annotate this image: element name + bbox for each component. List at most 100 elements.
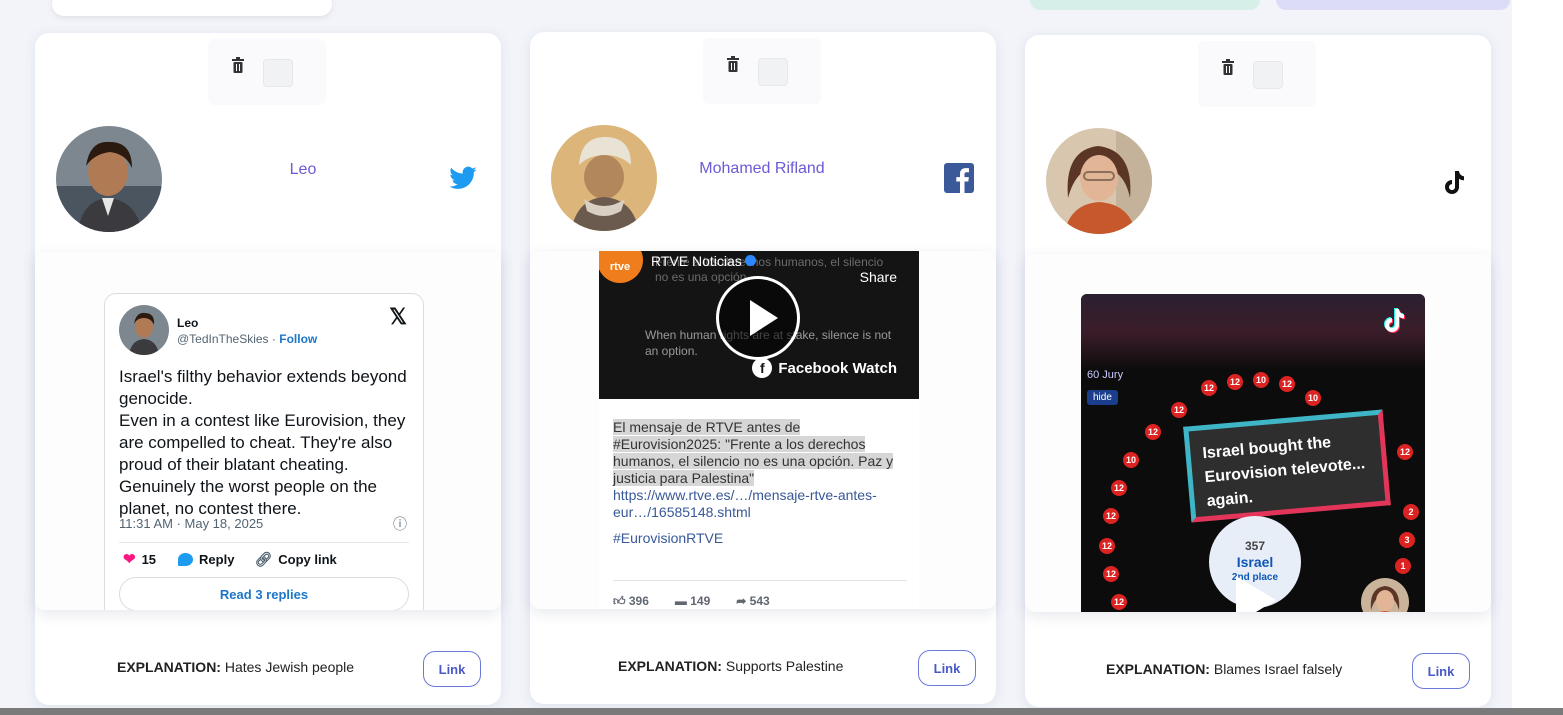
tweet-author[interactable]: Leo	[177, 316, 198, 330]
copy-link-button[interactable]: 🔗︎ Copy link	[254, 551, 336, 568]
comment-stat[interactable]: ▬ 149	[675, 594, 710, 609]
tweet-avatar[interactable]	[119, 305, 169, 355]
search-pill[interactable]	[52, 0, 332, 16]
score-dot: 12	[1201, 380, 1217, 396]
verified-icon	[744, 255, 756, 266]
copy-label: Copy link	[278, 551, 337, 567]
like-button[interactable]: ❤ 15	[123, 550, 156, 568]
select-checkbox[interactable]	[1253, 61, 1283, 89]
trash-icon[interactable]	[232, 57, 244, 73]
score-dot: 10	[1305, 390, 1321, 406]
score-dot: 12	[1171, 402, 1187, 418]
twitter-icon	[448, 163, 478, 193]
score-dot: 12	[1145, 424, 1161, 440]
avatar	[1046, 128, 1152, 234]
explanation-label: EXPLANATION:	[618, 658, 722, 674]
thumbs-up-icon: 👍︎	[613, 594, 629, 608]
post-body: El mensaje de RTVE antes de #Eurovision2…	[613, 419, 907, 547]
read-replies-button[interactable]: Read 3 replies	[119, 577, 409, 610]
avatar	[56, 126, 162, 232]
divider	[119, 542, 409, 543]
reply-label: Reply	[199, 551, 235, 567]
info-icon[interactable]: ⓘ	[393, 514, 407, 534]
reply-icon	[178, 552, 194, 566]
facebook-embed[interactable]: rtve Frente a los derechos humanos, el s…	[599, 251, 919, 609]
hashtag-link[interactable]: #EurovisionRTVE	[613, 530, 907, 547]
comment-icon: ▬	[674, 594, 691, 608]
score-dot: 10	[1253, 372, 1269, 388]
embed-container: rtve Frente a los derechos humanos, el s…	[530, 251, 996, 609]
score-dot: 10	[1123, 452, 1139, 468]
creator-avatar[interactable]	[1361, 578, 1409, 612]
post-card: Leo Leo @TedInTheSkies · Follow 𝕏 Israel…	[35, 33, 501, 705]
link-icon: 🔗︎	[254, 550, 273, 567]
card-tools	[703, 38, 821, 104]
share-arrow-icon: ➦	[736, 594, 750, 608]
tweet-text: Israel's filthy behavior extends beyond …	[119, 367, 407, 518]
page-name[interactable]: RTVE Noticias	[651, 253, 756, 269]
like-count: 15	[141, 551, 157, 567]
play-icon[interactable]	[1236, 576, 1276, 612]
card-tools	[208, 39, 326, 105]
link-button[interactable]: Link	[423, 651, 481, 687]
filter-button-b[interactable]	[1276, 0, 1510, 10]
explanation-text: Supports Palestine	[725, 658, 844, 674]
reply-button[interactable]: Reply	[178, 552, 234, 567]
post-url[interactable]: https://www.rtve.es/…/mensaje-rtve-antes…	[613, 487, 907, 521]
author-name: Mohamed Rifland	[699, 160, 825, 177]
score-value: 357	[1244, 539, 1266, 553]
like-stat[interactable]: 👍︎ 396	[613, 594, 649, 609]
trash-icon[interactable]	[727, 56, 739, 72]
video-caption: Israel bought the Eurovision televote...…	[1183, 409, 1391, 523]
tweet-actions: ❤ 15 Reply 🔗︎ Copy link	[123, 550, 337, 569]
score-dot: 2	[1403, 504, 1419, 520]
tiktok-icon	[1438, 168, 1468, 198]
tweet-timestamp[interactable]: 11:31 AM · May 18, 2025	[119, 516, 263, 531]
play-icon[interactable]	[716, 276, 800, 360]
video-header	[1081, 294, 1425, 370]
explanation: EXPLANATION: Hates Jewish people	[117, 659, 354, 675]
page-logo[interactable]: rtve	[599, 251, 643, 283]
tiktok-logo-icon[interactable]	[1379, 306, 1411, 338]
tweet-embed[interactable]: Leo @TedInTheSkies · Follow 𝕏 Israel's f…	[104, 293, 424, 610]
page-logo-text: rtve	[609, 261, 631, 273]
select-checkbox[interactable]	[758, 58, 788, 86]
embed-container: Leo @TedInTheSkies · Follow 𝕏 Israel's f…	[35, 252, 501, 610]
facebook-icon	[944, 163, 974, 193]
share-button[interactable]: Share	[860, 269, 897, 285]
explanation-label: EXPLANATION:	[1106, 661, 1210, 677]
page-name-text: RTVE Noticias	[651, 253, 742, 269]
explanation-label: EXPLANATION:	[117, 659, 221, 675]
select-checkbox[interactable]	[263, 59, 293, 87]
share-stat[interactable]: ➦ 543	[736, 594, 769, 609]
tiktok-embed[interactable]: 60 Jury hide 12 12 10 12 10 12 12 10 12 …	[1081, 294, 1425, 612]
score-dot: 12	[1279, 376, 1295, 392]
facebook-circle-icon: f	[752, 358, 773, 378]
embed-container: 60 Jury hide 12 12 10 12 10 12 12 10 12 …	[1025, 254, 1491, 612]
trash-icon[interactable]	[1222, 59, 1234, 75]
link-button[interactable]: Link	[1412, 653, 1470, 689]
score-dot: 12	[1099, 538, 1115, 554]
heart-icon: ❤	[123, 551, 136, 568]
score-dot: 12	[1111, 594, 1127, 610]
video-player[interactable]: rtve Frente a los derechos humanos, el s…	[599, 251, 919, 399]
country-label: Israel	[1236, 554, 1274, 570]
score-dot: 1	[1395, 558, 1411, 574]
post-card: Mohamed Rifland rtve Frente a los derech…	[530, 32, 996, 704]
follow-link[interactable]: Follow	[279, 332, 317, 346]
score-dot: 12	[1397, 444, 1413, 460]
scrollbar-track[interactable]	[0, 708, 1563, 715]
explanation-text: Blames Israel falsely	[1213, 661, 1343, 677]
score-dot: 12	[1227, 374, 1243, 390]
score-dot: 12	[1103, 508, 1119, 524]
filter-button-a[interactable]	[1030, 0, 1260, 10]
x-logo-icon[interactable]: 𝕏	[389, 304, 407, 330]
link-button[interactable]: Link	[918, 650, 976, 686]
hide-button[interactable]: hide	[1087, 390, 1118, 405]
score-dot: 12	[1103, 566, 1119, 582]
avatar	[551, 125, 657, 231]
explanation: EXPLANATION: Blames Israel falsely	[1106, 661, 1342, 677]
facebook-watch-link[interactable]: f Facebook Watch	[752, 358, 897, 378]
author-name: Leo	[289, 161, 317, 178]
jury-label: 60 Jury	[1087, 369, 1124, 381]
